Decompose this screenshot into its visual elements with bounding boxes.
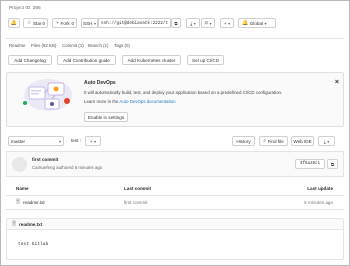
chevron-down-icon: ▾ — [58, 138, 61, 144]
column-name: Name — [16, 186, 29, 191]
find-file-button[interactable]: ⌕ Find file — [259, 136, 288, 146]
file-commit[interactable]: first commit — [124, 200, 147, 205]
file-icon: 🗎 — [12, 221, 17, 227]
column-last-commit: Last commit — [124, 186, 152, 191]
add-contribution-button[interactable]: Add Contribution guide — [57, 55, 116, 65]
copy-icon: ⧉ — [330, 161, 335, 167]
add-button[interactable]: + ▾ — [220, 18, 234, 28]
bell-icon: 🔔 — [10, 20, 18, 26]
close-icon[interactable]: × — [335, 79, 339, 86]
web-ide-button[interactable]: Web IDE — [291, 136, 314, 146]
autodevops-docs-link[interactable]: Auto DevOps documentation — [119, 99, 175, 104]
star-label: Star — [32, 20, 42, 26]
autodevops-banner: Auto DevOps It will automatically build,… — [6, 72, 344, 127]
readme-filename[interactable]: readme.txt — [19, 222, 42, 227]
copy-sha-button[interactable]: ⧉ — [327, 159, 338, 169]
add-file-dropdown[interactable]: + ▾ — [85, 136, 101, 146]
more-actions-button[interactable]: ⊙ ▾ — [201, 18, 215, 28]
chevron-down-icon: ▾ — [193, 20, 196, 26]
autodevops-illustration — [23, 79, 72, 111]
notification-level-label: Global — [249, 20, 264, 26]
star-button[interactable]: ☆ Star 0 — [23, 18, 48, 28]
table-divider — [6, 209, 344, 210]
download-archive-button[interactable]: ⤓ ▾ — [318, 136, 335, 146]
search-icon: ⌕ — [263, 138, 267, 144]
readme-content: test Gitlab — [18, 242, 49, 247]
commit-title[interactable]: first commit — [32, 157, 58, 162]
chevron-down-icon: ▾ — [327, 138, 330, 144]
protocol-label: SSH — [83, 20, 93, 26]
learn-prefix: Learn more in the — [84, 99, 119, 104]
add-kubernetes-button[interactable]: Add Kubernetes cluster — [122, 55, 181, 65]
notifications-button[interactable]: 🔔 — [8, 18, 20, 28]
last-commit-box: first commit CaiXuefeng authored 6 minut… — [6, 151, 344, 177]
find-file-label: Find file — [267, 138, 284, 144]
clone-url-field[interactable]: ssh://git@debianatk:2222/t — [98, 18, 171, 28]
autodevops-description: It will automatically build, test, and d… — [84, 90, 283, 95]
clone-url-text: ssh://git@debianatk:2222/t — [101, 20, 169, 26]
star-icon: ☆ — [27, 20, 32, 26]
breadcrumb-separator: / — [80, 138, 82, 143]
chevron-down-icon: ▾ — [94, 138, 97, 144]
stat-files[interactable]: Files (82 KB) — [31, 43, 56, 48]
stat-branches[interactable]: Branch (1) — [88, 43, 109, 48]
table-row[interactable]: 🗎 readme.txt first commit 6 minutes ago — [6, 196, 344, 208]
plus-icon: + — [223, 20, 227, 26]
readme-box: 🗎 readme.txt test Gitlab — [6, 218, 344, 260]
fork-icon: ⑂ — [56, 20, 60, 26]
commit-meta: CaiXuefeng authored 6 minutes ago — [32, 165, 103, 170]
commit-sha-button[interactable]: 4f6a39c1 — [295, 159, 325, 169]
divider — [6, 38, 344, 39]
column-last-update: Last update — [307, 186, 333, 191]
stat-commits[interactable]: Commit (1) — [62, 43, 84, 48]
readme-header: 🗎 readme.txt — [7, 219, 343, 230]
more-icon: ⊙ — [204, 20, 209, 25]
add-changelog-button[interactable]: Add Changelog — [8, 55, 52, 65]
clone-protocol-select[interactable]: SSH ▾ — [81, 18, 98, 28]
stat-readme[interactable]: Readme — [9, 43, 26, 48]
bell-icon: 🔔 — [242, 20, 249, 26]
file-icon: 🗎 — [16, 199, 21, 205]
chevron-down-icon: ▾ — [93, 20, 96, 26]
autodevops-title: Auto DevOps — [84, 80, 116, 86]
branch-label: master — [11, 138, 26, 144]
setup-cicd-button[interactable]: Set up CI/CD — [187, 55, 224, 65]
download-icon: ⤓ — [190, 20, 193, 26]
download-icon: ⤓ — [323, 138, 326, 144]
branch-select[interactable]: master ▾ — [8, 136, 64, 146]
file-update: 6 minutes ago — [304, 200, 333, 205]
fork-button[interactable]: ⑂ Fork 0 — [52, 18, 77, 28]
project-id: Project ID: 286 — [9, 6, 41, 11]
breadcrumb-path[interactable]: test — [71, 138, 78, 143]
download-button[interactable]: ⤓ ▾ — [186, 18, 200, 28]
chevron-down-icon: ▾ — [228, 20, 231, 26]
chevron-down-icon: ▾ — [264, 20, 267, 26]
fork-count: 0 — [71, 20, 74, 26]
fork-label: Fork — [60, 20, 70, 26]
avatar — [12, 157, 27, 172]
history-button[interactable]: History — [232, 136, 255, 146]
copy-url-button[interactable]: ⧉ — [171, 18, 181, 28]
plus-icon: + — [89, 138, 93, 144]
notification-level-button[interactable]: 🔔 Global ▾ — [238, 18, 276, 28]
star-count: 0 — [42, 20, 45, 26]
chevron-down-icon: ▾ — [209, 20, 212, 26]
autodevops-learn: Learn more in the Auto DevOps documentat… — [84, 99, 176, 104]
stat-tags[interactable]: Tags (0) — [114, 43, 130, 48]
enable-in-settings-button[interactable]: Enable in settings — [84, 112, 128, 122]
file-name[interactable]: readme.txt — [23, 200, 45, 205]
copy-icon: ⧉ — [174, 20, 178, 26]
